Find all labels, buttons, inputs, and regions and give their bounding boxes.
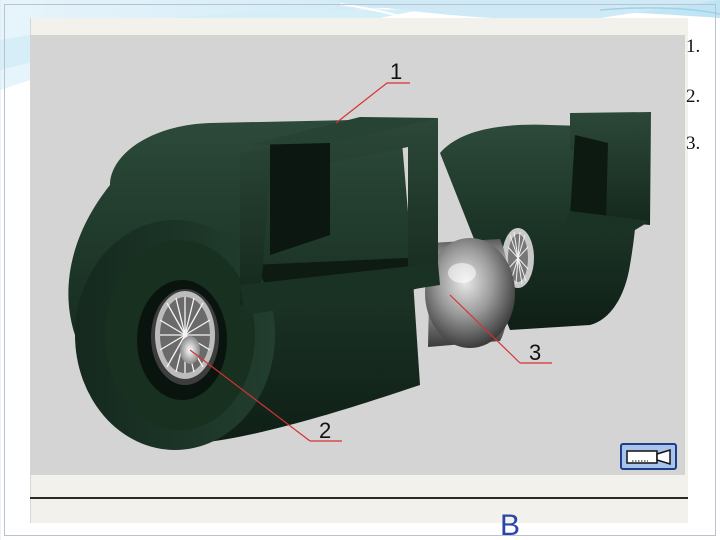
list-number-2: 2. <box>686 86 701 107</box>
callout-line-1 <box>335 82 388 124</box>
fan-model-render: 1 2 3 <box>68 59 651 450</box>
bottom-partial-text: В <box>500 511 521 540</box>
camera-view-button[interactable] <box>620 443 677 470</box>
callout-label-3: 3 <box>529 340 541 365</box>
list-number-3: 3. <box>686 133 701 154</box>
camera-icon <box>626 448 671 466</box>
3d-viewport[interactable]: 1 2 3 <box>30 35 685 475</box>
callout-label-1: 1 <box>390 59 402 84</box>
callout-label-2: 2 <box>319 418 331 443</box>
viewer-divider <box>30 497 688 499</box>
list-number-1: 1. <box>686 36 701 57</box>
